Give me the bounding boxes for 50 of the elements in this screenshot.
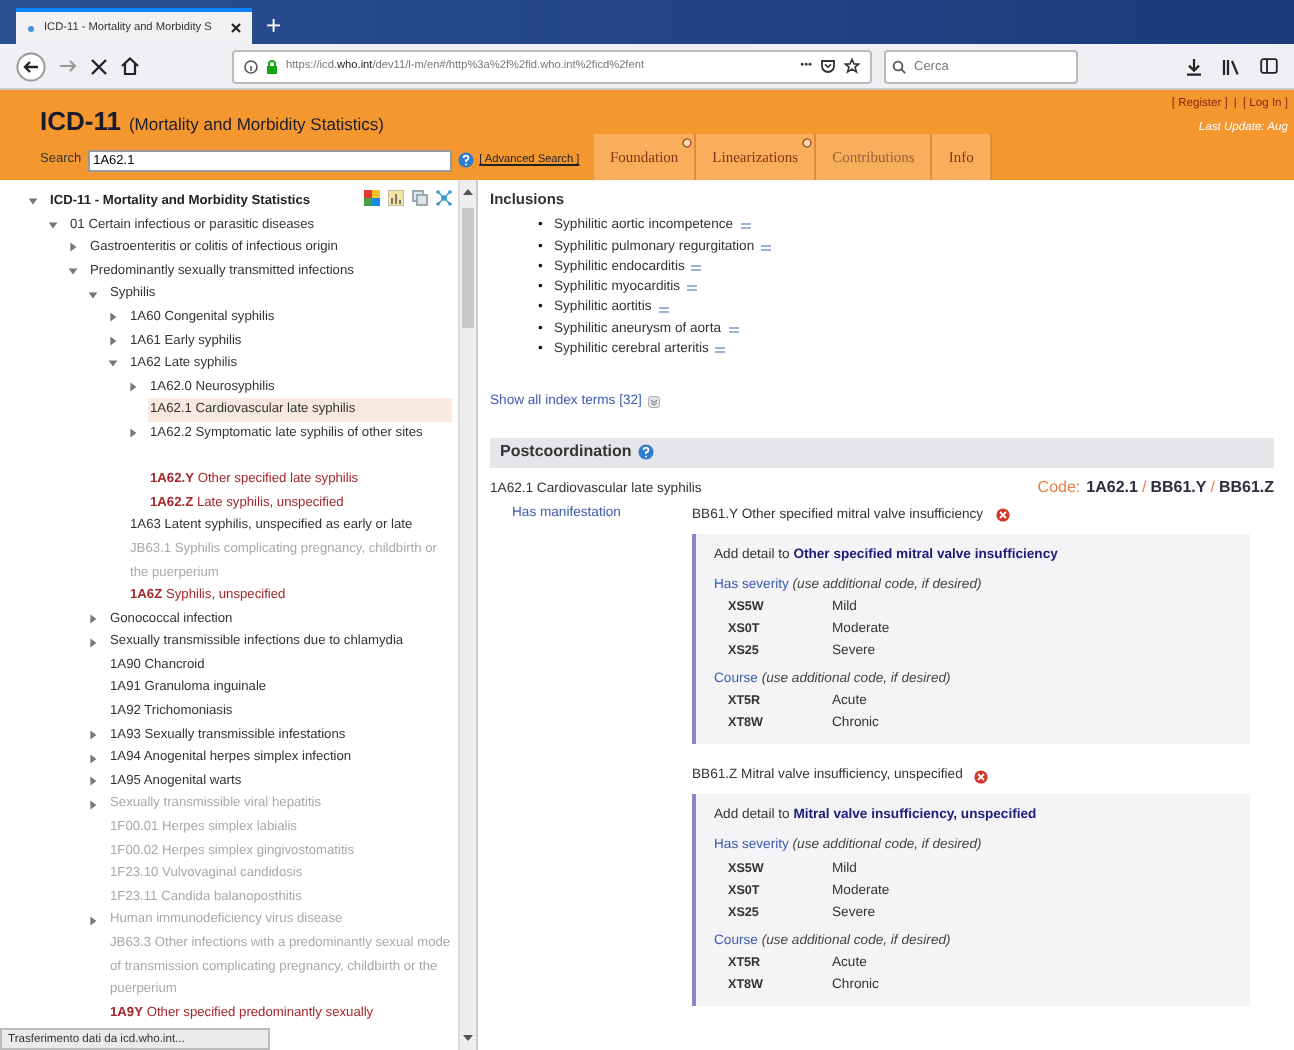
back-button[interactable] [16, 51, 46, 81]
remove-icon[interactable] [995, 508, 1010, 523]
close-icon[interactable] [230, 22, 242, 34]
expand-arrow-icon[interactable] [88, 613, 98, 624]
help-icon[interactable] [457, 152, 474, 168]
copy-icon[interactable] [412, 190, 428, 206]
expand-arrow-icon[interactable] [128, 382, 138, 393]
expand-arrow-icon[interactable] [88, 799, 98, 810]
library-icon[interactable] [1222, 57, 1240, 75]
info-circle-icon [682, 138, 693, 148]
collapse-arrow-icon[interactable] [88, 289, 98, 300]
expand-arrow-icon[interactable] [88, 729, 98, 740]
expand-arrow-icon[interactable] [108, 335, 118, 346]
info-circle-icon [802, 138, 813, 148]
expand-arrow-icon[interactable] [88, 776, 98, 787]
help-icon[interactable] [637, 444, 654, 461]
expand-arrow-icon[interactable] [68, 242, 78, 253]
expand-arrow-icon[interactable] [128, 428, 138, 439]
expand-arrow-icon[interactable] [88, 915, 98, 926]
remove-icon[interactable] [974, 769, 989, 784]
network-icon[interactable] [436, 190, 452, 206]
page-icon [26, 23, 36, 33]
pocket-icon[interactable] [820, 58, 836, 74]
color-grid-icon[interactable] [364, 190, 380, 206]
scroll-up-arrow-icon[interactable] [460, 184, 476, 200]
new-tab-button[interactable]: + [252, 8, 296, 44]
stop-icon[interactable] [90, 57, 108, 75]
site-title: ICD-11 [40, 104, 121, 140]
collapse-arrow-icon[interactable] [108, 358, 118, 369]
forward-arrow-icon[interactable] [58, 56, 78, 76]
expand-arrow-icon[interactable] [88, 637, 98, 648]
info-icon [244, 59, 258, 73]
expand-icon[interactable] [647, 396, 660, 409]
section-heading: Postcoordination [500, 440, 632, 465]
home-icon[interactable] [120, 56, 140, 76]
star-icon[interactable] [844, 58, 860, 74]
download-icon[interactable] [1186, 57, 1202, 75]
scroll-down-arrow-icon[interactable] [460, 1030, 476, 1046]
expand-arrow-icon[interactable] [108, 312, 118, 323]
collapse-arrow-icon[interactable] [48, 219, 58, 230]
chart-icon[interactable] [388, 190, 404, 206]
scrollbar[interactable] [458, 180, 476, 1050]
cluster-code: Code: 1A62.1 / BB61.Y / BB61.Z [1037, 475, 1274, 500]
sidebar-icon[interactable] [1260, 58, 1278, 74]
collapse-arrow-icon[interactable] [28, 196, 38, 207]
search-icon [892, 59, 906, 73]
site-subtitle: (Mortality and Morbidity Statistics) [128, 112, 385, 138]
padlock-icon [266, 59, 278, 73]
collapse-arrow-icon[interactable] [68, 266, 78, 277]
expand-arrow-icon[interactable] [88, 753, 98, 764]
